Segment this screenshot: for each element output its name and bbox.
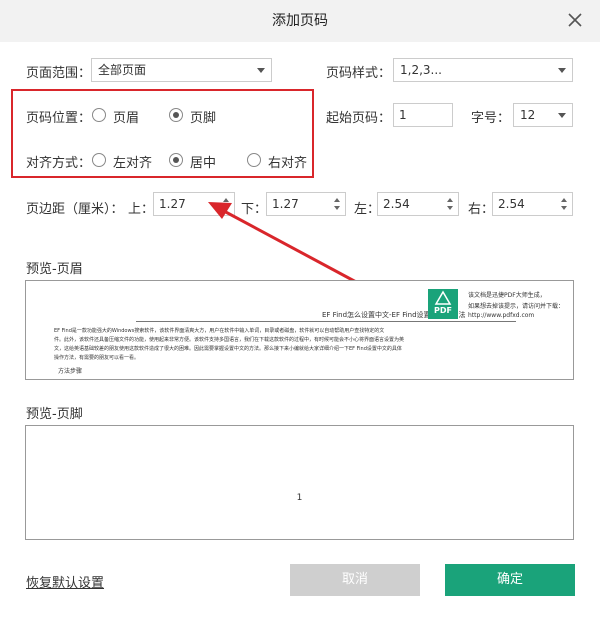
preview-footer-label: 预览-页脚	[26, 407, 83, 422]
preview-header-label: 预览-页眉	[26, 262, 83, 277]
pdf-logo-icon: PDF	[428, 289, 458, 319]
preview-section-heading: 方法步骤	[58, 368, 83, 375]
preview-body-line1: EF Find是一款功能强大的Windows搜索软件，该软件界面清爽大方，用户在…	[54, 328, 385, 334]
reset-defaults-link[interactable]: 恢复默认设置	[26, 572, 104, 591]
watermark-line1: 该文档是迅捷PDF大师生成，	[468, 292, 546, 299]
preview-body-line3: 文，这给英语基础较差的朋友使用这款软件造成了很大的困难。因此需要掌握设置中文的方…	[54, 346, 402, 352]
watermark-line2: 如果想去掉该提示，请访问并下载：	[468, 303, 565, 310]
watermark-line3: http://www.pdfxd.com	[468, 312, 535, 319]
header-rule	[136, 321, 516, 322]
preview-footer-box: 1	[25, 425, 574, 540]
preview-body-line4: 操作方法，有需要的朋友可以看一看。	[54, 355, 140, 361]
pdf-logo-text: PDF	[434, 306, 452, 315]
preview-body-line2: 件。此外，该软件还具备压缩文件的功能，使用起来非常方便。该软件支持多国语言，我们…	[54, 337, 405, 343]
cancel-button[interactable]: 取消	[290, 564, 420, 596]
preview-page-number: 1	[296, 493, 303, 503]
preview-header-box: EF Find怎么设置中文-EF Find设置中文的方法 EF Find是一款功…	[25, 280, 574, 380]
ok-button[interactable]: 确定	[445, 564, 575, 596]
